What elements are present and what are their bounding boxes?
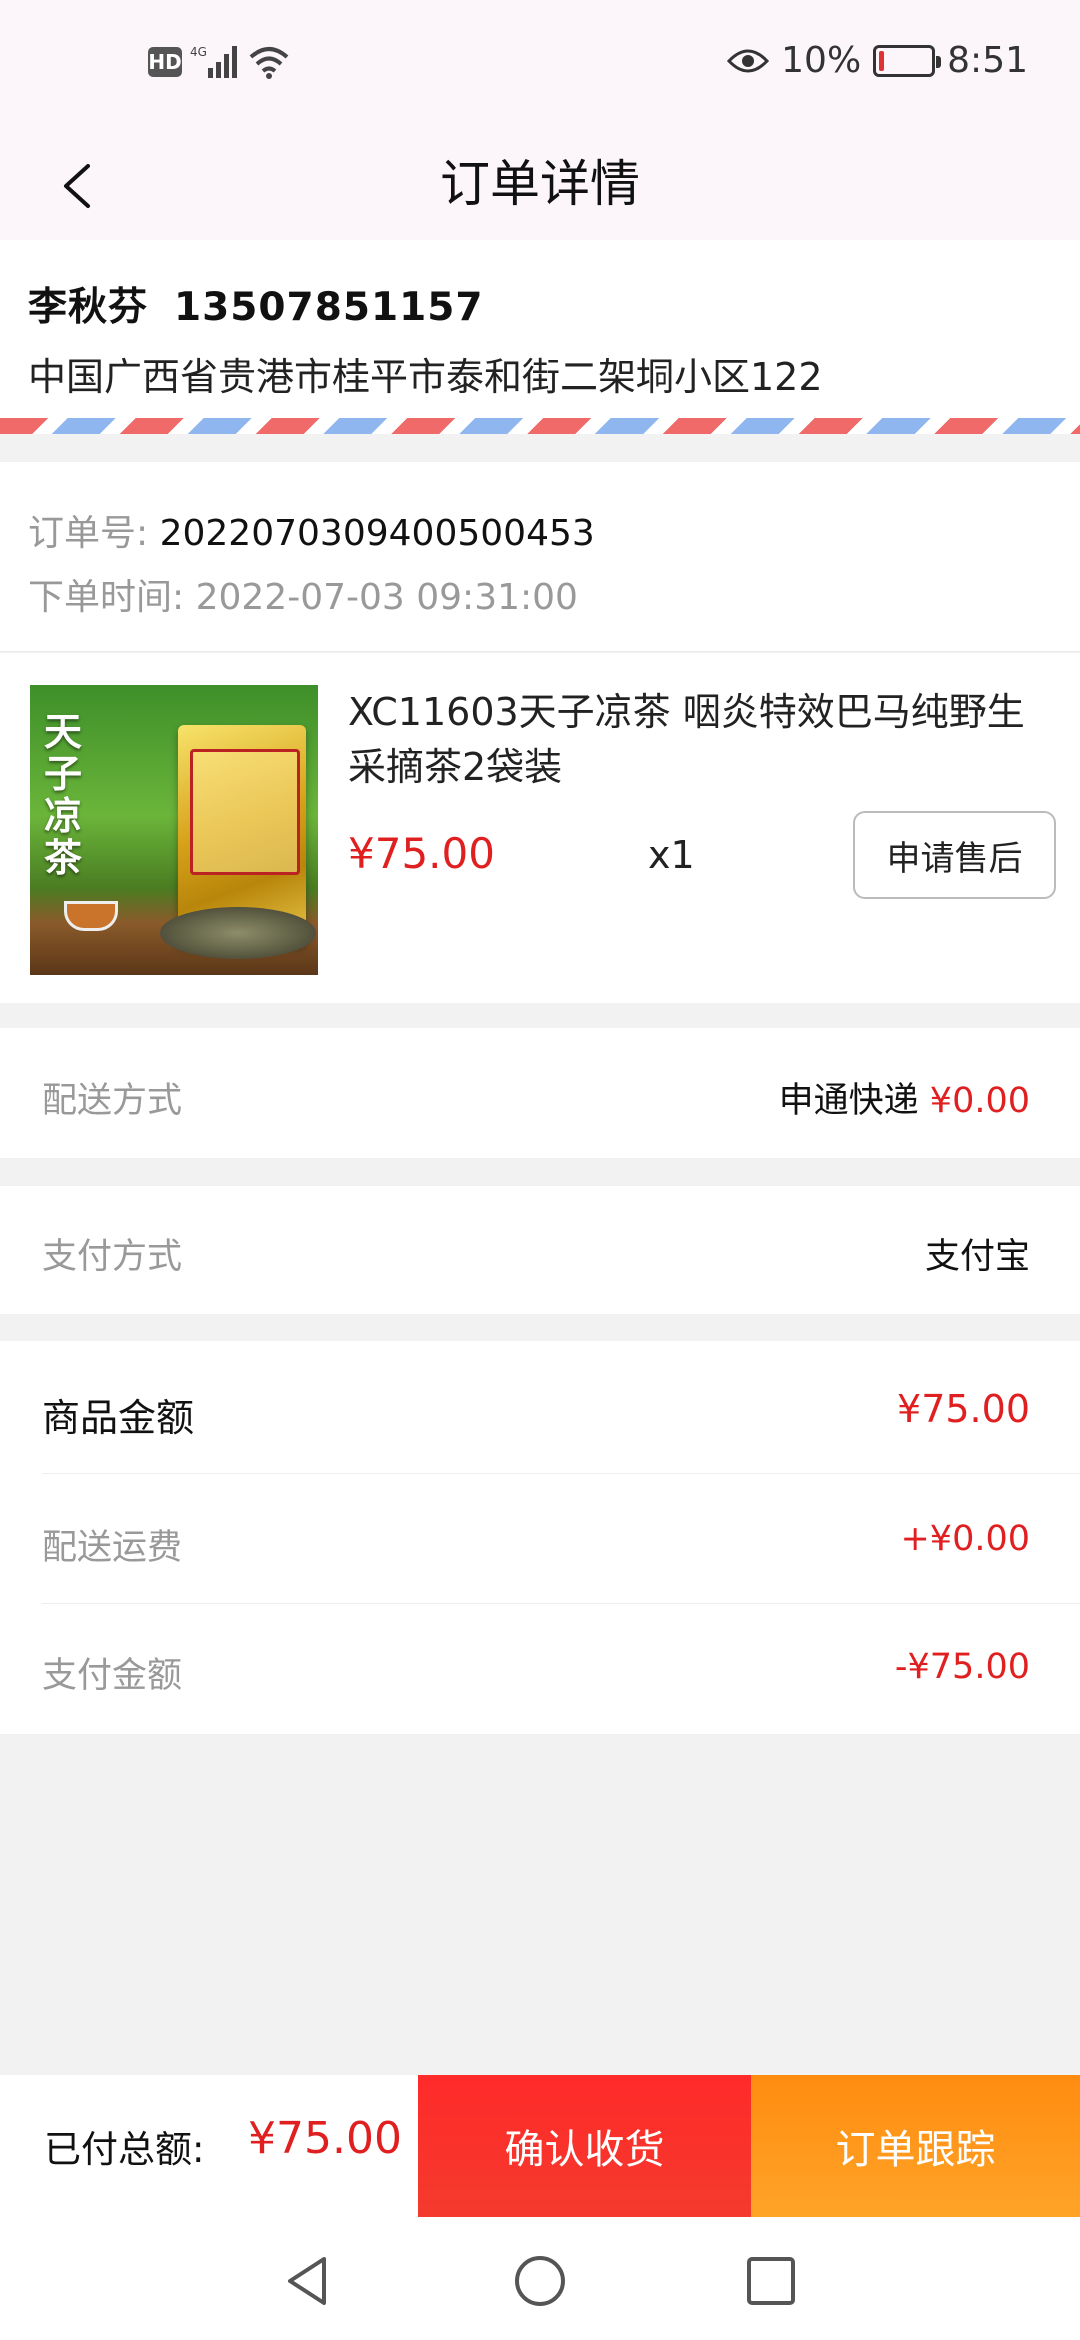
order-number-label: 订单号:	[28, 513, 149, 554]
battery-level	[879, 50, 885, 71]
nav-home-icon[interactable]	[512, 2253, 568, 2309]
shipping-fee-label: 配送运费	[42, 1528, 183, 1568]
goods-amount-label: 商品金额	[42, 1396, 195, 1440]
clock: 8:51	[947, 40, 1028, 81]
page-title: 订单详情	[440, 155, 640, 213]
order-info: 订单号: 20220703094005004​53 下单时间: 2022-07-…	[0, 462, 1080, 652]
shipping-fee-value: +¥0.00	[900, 1519, 1030, 1559]
amount-summary: 商品金额 ¥75.00 配送运费 +¥0.00 支付金额 -¥75.00	[0, 1341, 1080, 1734]
order-time: 2022-07-03 09:31:00	[195, 577, 578, 618]
battery-percent: 10%	[781, 40, 862, 81]
product-image[interactable]: 天子凉茶	[30, 685, 318, 975]
product-cup	[64, 901, 118, 931]
order-tracking-button[interactable]: 订单跟踪	[751, 2075, 1080, 2217]
product-quantity: x1	[648, 833, 695, 877]
battery-icon	[873, 44, 942, 77]
status-left: HD 4G	[148, 44, 290, 80]
summary-divider-2	[42, 1603, 1080, 1604]
product-price: ¥75.00	[348, 829, 495, 878]
paid-amount-label: 支付金额	[42, 1656, 183, 1696]
product-name: XC11603天子凉茶 咽炎特效巴马纯野生采摘茶2袋装	[348, 690, 1025, 789]
product-image-text: 天子凉茶	[44, 710, 83, 880]
status-bar: HD 4G 10% 8:51	[0, 0, 1080, 134]
product-card[interactable]: 天子凉茶 XC11603天子凉茶 咽炎特效巴马纯野生采摘茶2袋装 ¥75.00 …	[0, 653, 1080, 1003]
recipient-phone: 13507851157	[174, 285, 484, 330]
nav-recents-icon[interactable]	[743, 2253, 799, 2309]
order-time-label: 下单时间:	[28, 577, 185, 618]
after-sale-button[interactable]: 申请售后	[853, 811, 1056, 899]
recipient-address: 中国广西省贵港市桂平市泰和街二架垌小区122	[28, 355, 823, 399]
wifi-icon	[249, 47, 289, 79]
delivery-label: 配送方式	[42, 1081, 183, 1121]
delivery-section: 配送方式 申通快递 ¥0.00	[0, 1028, 1080, 1158]
network-type: 4G	[190, 45, 207, 59]
bottom-action-bar: 已付总额: ¥75.00 确认收货 订单跟踪	[0, 2075, 1080, 2217]
product-bowl	[160, 907, 316, 959]
confirm-receipt-button[interactable]: 确认收货	[418, 2075, 751, 2217]
address-card[interactable]: 李秋芬 13507851157 中国广西省贵港市桂平市泰和街二架垌小区122	[0, 240, 1080, 434]
goods-amount-value: ¥75.00	[897, 1387, 1030, 1431]
payment-section: 支付方式 支付宝	[0, 1186, 1080, 1314]
hd-badge: HD	[148, 47, 182, 77]
eye-icon	[727, 49, 770, 72]
summary-divider-1	[42, 1473, 1080, 1474]
delivery-value: 申通快递 ¥0.00	[779, 1072, 1030, 1123]
recipient-row: 李秋芬 13507851157	[28, 276, 484, 332]
payment-label: 支付方式	[42, 1237, 183, 1277]
title-bar: 订单详情	[0, 134, 1080, 240]
paid-amount-value: -¥75.00	[894, 1647, 1030, 1687]
order-time-row: 下单时间: 2022-07-03 09:31:00	[28, 568, 578, 620]
system-nav-bar	[0, 2217, 1080, 2340]
signal-icon: 4G	[190, 45, 237, 78]
nav-back-icon[interactable]	[280, 2253, 336, 2309]
order-number: 20220703094005004​53	[159, 513, 595, 554]
payment-method: 支付宝	[924, 1237, 1030, 1277]
recipient-name: 李秋芬	[28, 285, 149, 330]
total-paid-label: 已付总额:	[44, 2128, 205, 2171]
status-right: 10% 8:51	[727, 40, 1028, 81]
delivery-method: 申通快递	[778, 1081, 919, 1121]
airmail-border	[0, 418, 1080, 434]
total-paid-value: ¥75.00	[248, 2113, 402, 2164]
delivery-fee: ¥0.00	[929, 1081, 1030, 1121]
order-number-row: 订单号: 20220703094005004​53	[28, 504, 595, 556]
